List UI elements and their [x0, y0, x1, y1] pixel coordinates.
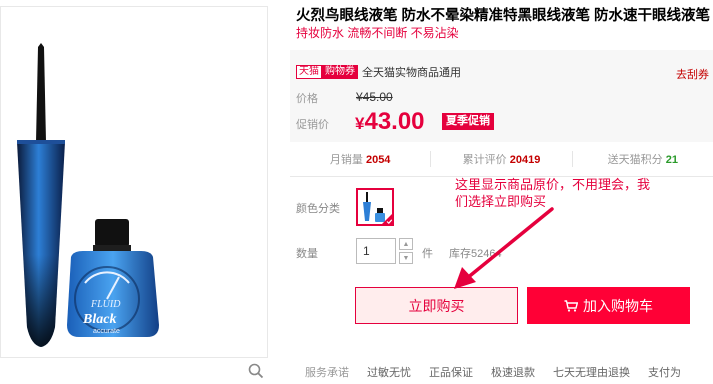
quantity-unit: 件 — [422, 248, 433, 260]
cart-icon — [564, 299, 578, 312]
monthly-sales-value: 2054 — [365, 154, 391, 166]
sales-stats: 月销量 2054 累计评价 20419 送天猫积分 21 — [290, 148, 713, 170]
caret-up-icon: ▲ — [402, 240, 410, 248]
price-box: 天猫 购物券 全天猫实物商品通用 去刮券 价格 ¥45.00 促销价 ¥43.0… — [290, 50, 713, 142]
review-count-label: 累计评价 — [462, 154, 507, 166]
service-item[interactable]: 正品保证 — [429, 364, 473, 380]
svg-text:FLUID: FLUID — [90, 299, 121, 310]
monthly-sales-label: 月销量 — [329, 154, 363, 166]
service-item[interactable]: 极速退款 — [491, 364, 535, 380]
eyeliner-product-illustration: FLUID Black accurate — [17, 43, 159, 347]
quantity-label: 数量 — [296, 248, 318, 260]
zoom-magnifier-icon[interactable] — [247, 362, 265, 380]
stock-count: 库存52464 — [449, 248, 502, 260]
add-to-cart-label: 加入购物车 — [583, 297, 653, 314]
service-item[interactable]: 过敏无忧 — [367, 364, 411, 380]
add-to-cart-button[interactable]: 加入购物车 — [527, 287, 690, 324]
svg-text:Black: Black — [82, 312, 116, 327]
service-label: 服务承诺 — [305, 367, 349, 379]
promo-price-value: 43.00 — [364, 108, 425, 135]
product-main-image[interactable]: FLUID Black accurate — [0, 6, 268, 358]
tmall-tag: 天猫 — [296, 65, 322, 79]
product-image-panel: FLUID Black accurate — [0, 0, 271, 384]
service-promises: 服务承诺 过敏无忧 正品保证 极速退款 七天无理由退换 支付为 — [305, 364, 699, 380]
coupon-tag: 购物券 — [322, 65, 358, 79]
annotation-line-1: 这里显示商品原价，不用理会，我 — [455, 177, 651, 192]
tmall-points: 送天猫积分 21 — [571, 151, 713, 167]
tmall-points-label: 送天猫积分 — [607, 154, 663, 166]
product-subtitle: 持妆防水 流畅不间断 不易沾染 — [296, 26, 459, 40]
svg-text:accurate: accurate — [93, 328, 120, 335]
original-price: ¥45.00 — [356, 90, 393, 104]
tutorial-annotation: 这里显示商品原价，不用理会，我 们选择立即购买 — [455, 176, 685, 210]
coupon-description: 全天猫实物商品通用 — [362, 67, 461, 79]
product-title: 火烈鸟眼线液笔 防水不晕染精准特黑眼线液笔 防水速干眼线液笔 — [296, 8, 711, 24]
review-count-value: 20419 — [509, 154, 541, 166]
caret-down-icon: ▼ — [402, 254, 410, 262]
review-count[interactable]: 累计评价 20419 — [430, 151, 571, 167]
price-label: 价格 — [296, 93, 318, 105]
promo-price: ¥43.00 — [355, 108, 425, 136]
service-item[interactable]: 七天无理由退换 — [553, 364, 630, 380]
quantity-input[interactable] — [356, 238, 396, 264]
promo-price-label: 促销价 — [296, 119, 329, 131]
buy-now-button[interactable]: 立即购买 — [355, 287, 518, 324]
tmall-points-value: 21 — [665, 154, 678, 166]
coupon-row: 天猫 购物券 全天猫实物商品通用 — [296, 64, 461, 80]
quantity-increase-button[interactable]: ▲ — [399, 238, 413, 250]
quantity-decrease-button[interactable]: ▼ — [399, 252, 413, 264]
monthly-sales: 月销量 2054 — [290, 151, 430, 167]
season-promo-tag: 夏季促销 — [442, 113, 494, 130]
annotation-line-2: 们选择立即购买 — [455, 194, 547, 209]
color-swatch-selected[interactable] — [356, 188, 394, 226]
selected-check-icon — [382, 214, 392, 224]
service-item[interactable]: 支付为 — [648, 364, 681, 380]
get-coupon-link[interactable]: 去刮券 — [676, 66, 709, 82]
color-option-label: 颜色分类 — [296, 203, 340, 215]
